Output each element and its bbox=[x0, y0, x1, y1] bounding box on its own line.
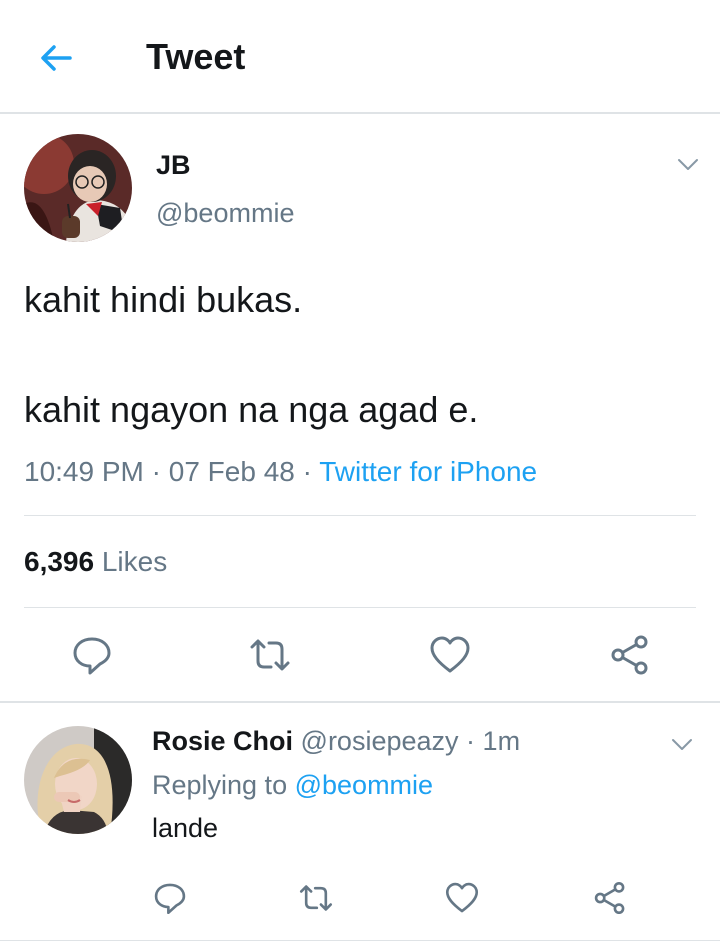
top-bar bbox=[0, 0, 720, 114]
chevron-down-icon[interactable] bbox=[670, 732, 694, 756]
share-icon[interactable] bbox=[608, 633, 652, 677]
reply-icon[interactable] bbox=[70, 633, 114, 677]
reply-time: 1m bbox=[482, 726, 521, 756]
chevron-down-icon[interactable] bbox=[676, 152, 700, 176]
reply-icon[interactable] bbox=[152, 880, 188, 916]
author-avatar[interactable] bbox=[24, 134, 132, 242]
replying-to-handle-link[interactable]: @beommie bbox=[295, 770, 433, 800]
tweet-time: 10:49 PM bbox=[24, 456, 144, 487]
reply-author-handle[interactable]: @rosiepeazy bbox=[301, 726, 459, 756]
page-title: Tweet bbox=[146, 36, 246, 77]
likes-label: Likes bbox=[101, 546, 168, 577]
divider bbox=[0, 701, 720, 703]
retweet-icon[interactable] bbox=[248, 633, 292, 677]
tweet-source-link[interactable]: Twitter for iPhone bbox=[319, 456, 537, 487]
divider bbox=[24, 515, 696, 516]
retweet-icon[interactable] bbox=[298, 880, 334, 916]
heart-icon[interactable] bbox=[444, 880, 480, 916]
replying-to-prefix: Replying to bbox=[152, 770, 288, 800]
tweet-text-line-2: kahit ngayon na nga agad e. bbox=[24, 389, 479, 430]
meta-separator: · bbox=[151, 456, 161, 487]
likes-count[interactable]: 6,396 Likes bbox=[24, 546, 167, 578]
reply-author-name[interactable]: Rosie Choi bbox=[152, 726, 293, 756]
author-name[interactable]: JB bbox=[156, 150, 191, 181]
likes-number: 6,396 bbox=[24, 546, 95, 577]
meta-separator: · bbox=[466, 726, 476, 756]
tweet-text-line-1: kahit hindi bukas. bbox=[24, 279, 303, 320]
tweet-date: 07 Feb 48 bbox=[168, 456, 295, 487]
divider bbox=[0, 940, 720, 941]
replying-to: Replying to @beommie bbox=[152, 770, 433, 801]
reply-text: lande bbox=[152, 813, 219, 843]
meta-separator: · bbox=[302, 456, 312, 487]
author-handle[interactable]: @beommie bbox=[156, 198, 294, 229]
reply-author-avatar[interactable] bbox=[24, 726, 132, 834]
back-arrow-icon[interactable] bbox=[36, 38, 76, 78]
reply-header: Rosie Choi @rosiepeazy · 1m bbox=[152, 726, 520, 757]
heart-icon[interactable] bbox=[428, 633, 472, 677]
share-icon[interactable] bbox=[592, 880, 628, 916]
tweet-metadata: 10:49 PM · 07 Feb 48 · Twitter for iPhon… bbox=[24, 456, 537, 488]
divider bbox=[24, 607, 696, 608]
